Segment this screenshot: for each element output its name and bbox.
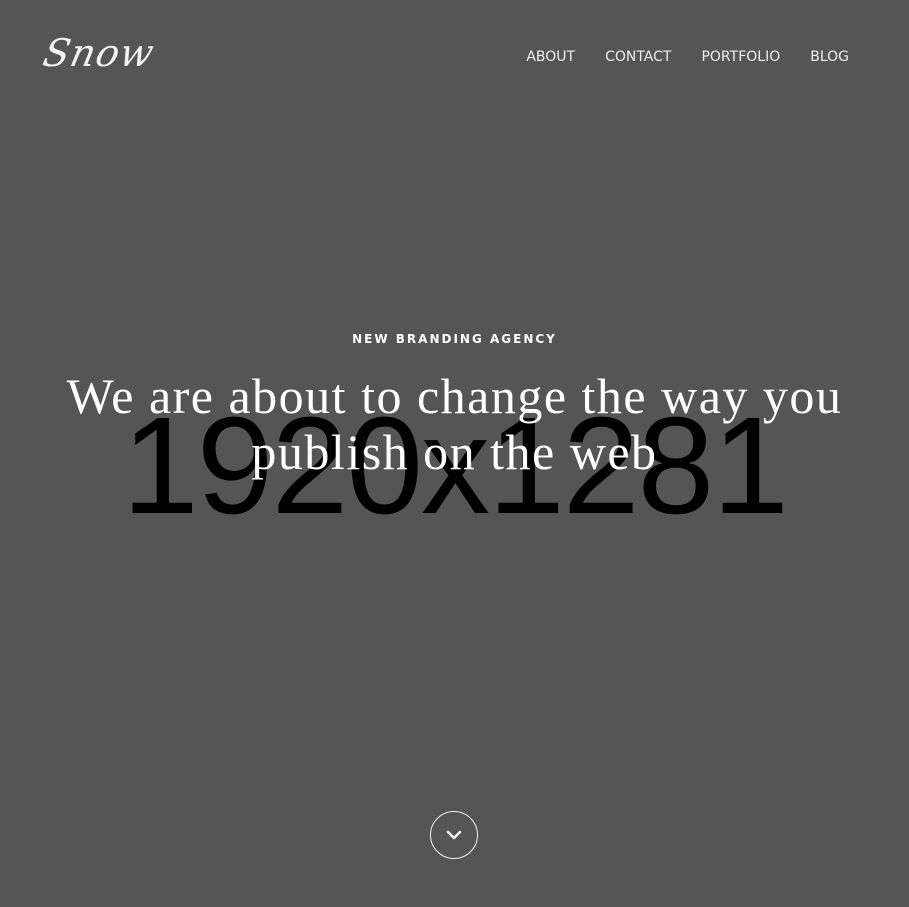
chevron-down-icon bbox=[446, 830, 462, 840]
main-nav: ABOUT CONTACT PORTFOLIO BLOG bbox=[496, 47, 849, 67]
nav-link-contact[interactable]: CONTACT bbox=[605, 47, 671, 67]
scroll-down-button[interactable] bbox=[430, 811, 478, 859]
nav-link-portfolio[interactable]: PORTFOLIO bbox=[701, 47, 780, 67]
site-logo[interactable]: Snow bbox=[39, 30, 159, 76]
nav-link-about[interactable]: ABOUT bbox=[526, 47, 575, 67]
nav-link-blog[interactable]: BLOG bbox=[810, 47, 849, 67]
hero-section: NEW BRANDING AGENCY We are about to chan… bbox=[0, 330, 909, 480]
hero-headline: We are about to change the way you publi… bbox=[66, 368, 843, 480]
hero-eyebrow: NEW BRANDING AGENCY bbox=[352, 332, 557, 346]
